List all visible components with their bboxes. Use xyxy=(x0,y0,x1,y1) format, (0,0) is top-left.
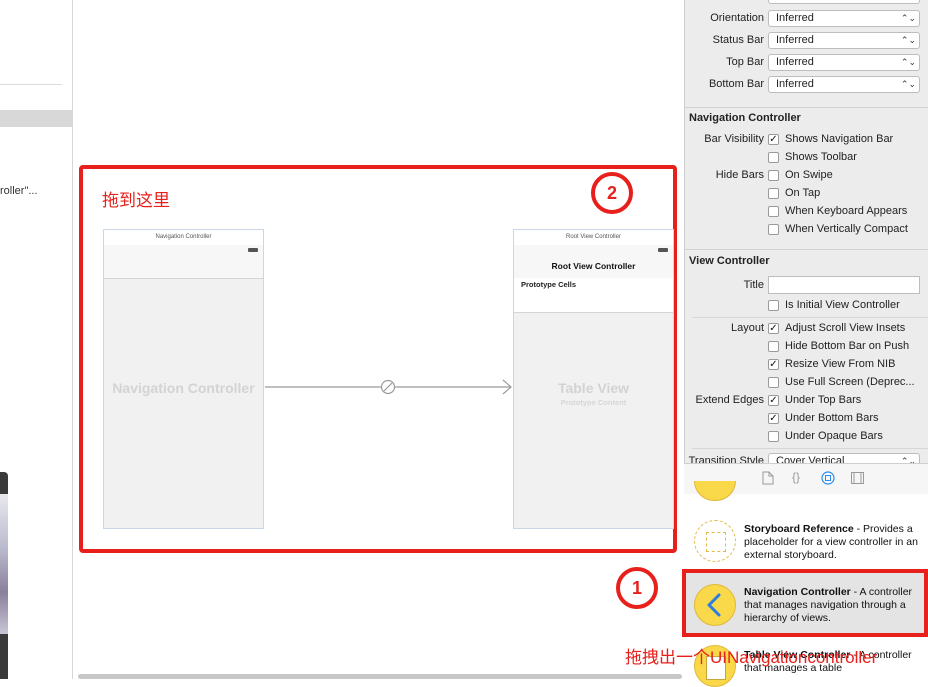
orientation-label: Orientation xyxy=(710,12,764,24)
status-bar-popup[interactable]: Inferred ⌃⌄ xyxy=(768,32,920,49)
when-vertically-compact-label: When Vertically Compact xyxy=(785,223,908,235)
battery-icon xyxy=(248,248,258,252)
shows-toolbar-checkbox[interactable] xyxy=(768,152,779,163)
navigator-item-label[interactable]: roller"... xyxy=(0,185,38,197)
relationship-segue[interactable] xyxy=(264,376,514,398)
drag-out-caption: 拖拽出一个UINavigationcontroller xyxy=(625,648,878,667)
adjust-scroll-view-insets-label: Adjust Scroll View Insets xyxy=(785,322,906,334)
popup-arrows-icon: ⌃⌄ xyxy=(900,13,916,23)
transition-style-row-clip: Transition Style Cover Vertical ⌃⌄ xyxy=(684,452,928,463)
popup-arrows-icon: ⌃⌄ xyxy=(900,456,916,463)
navigation-controller-section-title: Navigation Controller xyxy=(689,112,801,124)
use-full-screen-checkbox[interactable] xyxy=(768,377,779,388)
scene-dock-title[interactable]: Root View Controller xyxy=(514,230,673,246)
battery-icon xyxy=(658,248,668,252)
bottom-bar-popup[interactable]: Inferred ⌃⌄ xyxy=(768,76,920,93)
under-opaque-bars-label: Under Opaque Bars xyxy=(785,430,883,442)
on-tap-checkbox[interactable] xyxy=(768,188,779,199)
step-1-badge: 1 xyxy=(616,567,658,609)
use-full-screen-label: Use Full Screen (Deprec... xyxy=(785,376,915,388)
navigation-controller-icon[interactable] xyxy=(694,584,736,626)
prototype-cells-label: Prototype Cells xyxy=(521,280,577,289)
when-vertically-compact-checkbox[interactable] xyxy=(768,224,779,235)
shows-toolbar-label: Shows Toolbar xyxy=(785,151,857,163)
under-top-bars-checkbox[interactable]: ✓ xyxy=(768,395,779,406)
orientation-popup[interactable]: Inferred ⌃⌄ xyxy=(768,10,920,27)
section-separator xyxy=(692,317,928,318)
on-swipe-label: On Swipe xyxy=(785,169,833,181)
is-initial-view-controller-checkbox[interactable] xyxy=(768,300,779,311)
navigator-pane xyxy=(0,0,73,679)
top-bar-label: Top Bar xyxy=(726,56,764,68)
braces-icon[interactable]: {} xyxy=(792,470,800,484)
bottom-bar-label: Bottom Bar xyxy=(708,78,764,90)
section-separator xyxy=(684,249,928,250)
on-swipe-checkbox[interactable] xyxy=(768,170,779,181)
resize-view-from-nib-label: Resize View From NIB xyxy=(785,358,896,370)
scene-center-label: Navigation Controller xyxy=(112,380,255,396)
navigation-bar xyxy=(104,245,263,279)
adjust-scroll-view-insets-checkbox[interactable]: ✓ xyxy=(768,323,779,334)
is-initial-view-controller-label: Is Initial View Controller xyxy=(785,299,900,311)
canvas-horizontal-scrollbar[interactable] xyxy=(78,674,682,679)
file-icon[interactable] xyxy=(762,471,774,485)
view-controller-section-title: View Controller xyxy=(689,255,770,267)
navigation-controller-scene[interactable]: Navigation Controller Navigation Control… xyxy=(103,229,264,529)
under-bottom-bars-label: Under Bottom Bars xyxy=(785,412,879,424)
segue-node-icon[interactable] xyxy=(380,379,396,395)
navigator-selected-row[interactable] xyxy=(0,110,72,127)
under-opaque-bars-checkbox[interactable] xyxy=(768,431,779,442)
top-bar-popup[interactable]: Inferred ⌃⌄ xyxy=(768,54,920,71)
root-view-controller-scene[interactable]: Root View Controller Root View Controlle… xyxy=(513,229,674,529)
layout-label: Layout xyxy=(730,322,764,334)
hide-bars-label: Hide Bars xyxy=(715,169,764,181)
nav-bar-title: Root View Controller xyxy=(551,261,636,271)
navigation-controller-item[interactable]: Navigation Controller - A controller tha… xyxy=(744,586,924,625)
section-separator xyxy=(684,107,928,108)
storyboard-reference-item[interactable]: Storyboard Reference - Provides a placeh… xyxy=(744,523,924,562)
object-icon[interactable] xyxy=(821,471,835,485)
shows-navigation-bar-label: Shows Navigation Bar xyxy=(785,133,894,145)
title-label: Title xyxy=(743,279,764,291)
resize-view-from-nib-checkbox[interactable]: ✓ xyxy=(768,359,779,370)
size-popup-partial[interactable] xyxy=(768,0,920,4)
navigator-divider xyxy=(0,84,62,85)
when-keyboard-appears-label: When Keyboard Appears xyxy=(785,205,908,217)
drag-here-annotation: 拖到这里 xyxy=(102,191,170,210)
storyboard-reference-icon[interactable] xyxy=(694,520,736,562)
under-bottom-bars-checkbox[interactable]: ✓ xyxy=(768,413,779,424)
popup-arrows-icon: ⌃⌄ xyxy=(900,35,916,45)
under-top-bars-label: Under Top Bars xyxy=(785,394,862,406)
hide-bottom-bar-on-push-label: Hide Bottom Bar on Push xyxy=(785,340,910,352)
scene-dock-title[interactable]: Navigation Controller xyxy=(104,230,263,246)
hide-bottom-bar-on-push-checkbox[interactable] xyxy=(768,341,779,352)
shows-navigation-bar-checkbox[interactable]: ✓ xyxy=(768,134,779,145)
section-separator xyxy=(692,448,928,449)
status-bar-label: Status Bar xyxy=(712,34,764,46)
when-keyboard-appears-checkbox[interactable] xyxy=(768,206,779,217)
step-2-badge: 2 xyxy=(591,172,633,214)
transition-style-label: Transition Style xyxy=(688,455,764,463)
title-text-field[interactable] xyxy=(768,276,920,294)
transition-style-popup[interactable]: Cover Vertical ⌃⌄ xyxy=(768,453,920,463)
media-icon[interactable] xyxy=(851,472,864,484)
bar-visibility-label: Bar Visibility xyxy=(704,133,764,145)
popup-arrows-icon: ⌃⌄ xyxy=(900,79,916,89)
table-view-label: Table View xyxy=(557,380,630,396)
prototype-content-label: Prototype Content xyxy=(560,398,627,407)
on-tap-label: On Tap xyxy=(785,187,821,199)
extend-edges-label: Extend Edges xyxy=(695,394,765,406)
popup-arrows-icon: ⌃⌄ xyxy=(900,57,916,67)
simulator-window-thumbnail xyxy=(0,472,8,679)
prototype-cells-section[interactable]: Prototype Cells xyxy=(514,278,673,313)
